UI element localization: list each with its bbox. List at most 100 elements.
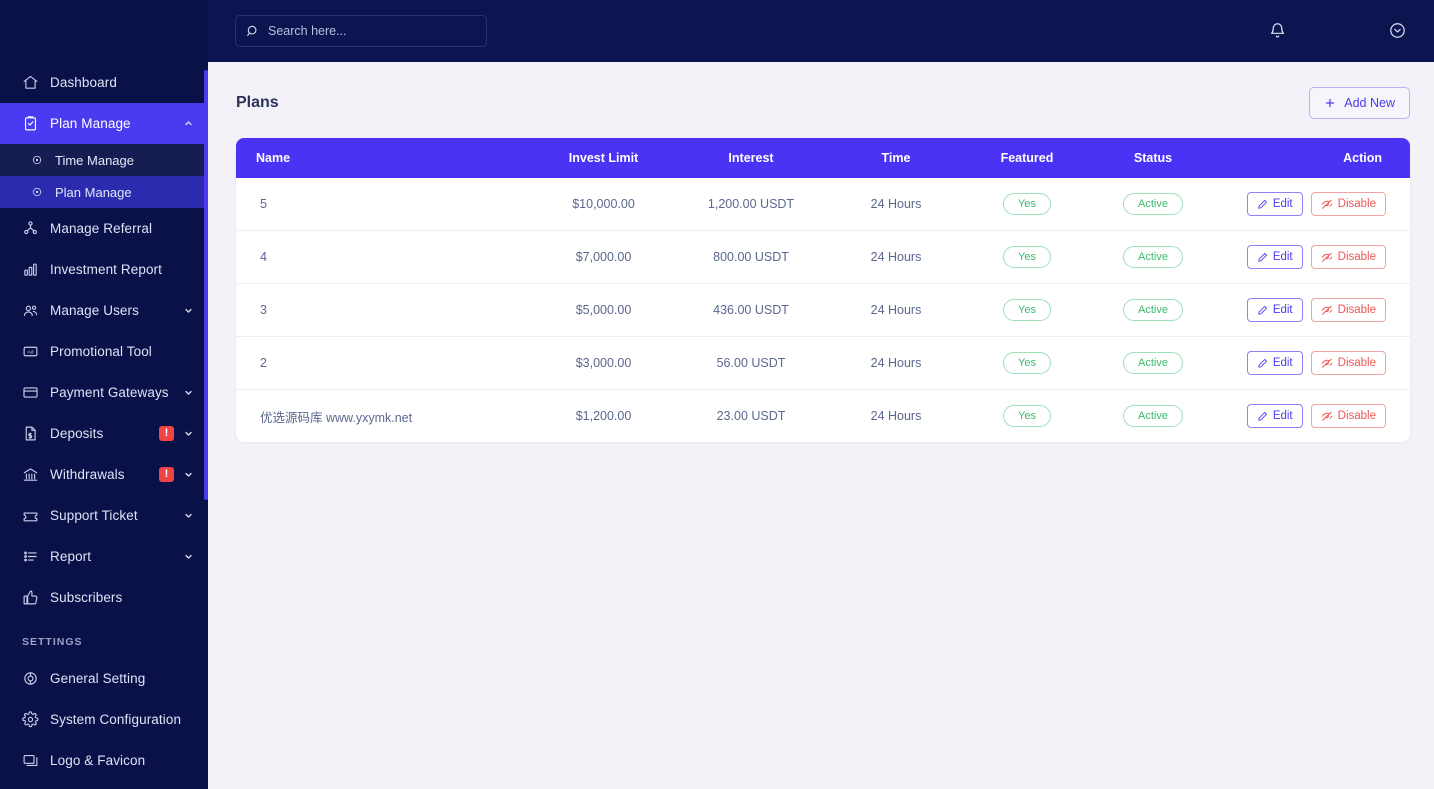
sidebar-item-plan-manage[interactable]: Plan Manage	[0, 103, 208, 144]
cell-name: 3	[260, 303, 267, 317]
sidebar-item-general-setting[interactable]: General Setting	[0, 658, 208, 699]
sidebar-item-report[interactable]: Report	[0, 536, 208, 577]
sidebar-item-manage-users[interactable]: Manage Users	[0, 290, 208, 331]
sidebar-item-system-configuration[interactable]: System Configuration	[0, 699, 208, 740]
sidebar-item-subscribers[interactable]: Subscribers	[0, 577, 208, 618]
cell-status: Active	[1088, 284, 1218, 337]
status-badge: Active	[1123, 245, 1183, 269]
page-header: Plans Add New	[236, 84, 1410, 122]
sidebar-item-label: General Setting	[50, 671, 146, 686]
cell-invest-limit: $5,000.00	[575, 303, 632, 317]
sidebar-item-logo-favicon[interactable]: Logo & Favicon	[0, 740, 208, 781]
chevron-down-icon	[183, 428, 194, 439]
sidebar-item-label: Dashboard	[50, 75, 117, 90]
add-new-button[interactable]: Add New	[1309, 87, 1410, 119]
sidebar-item-investment-report[interactable]: Investment Report	[0, 249, 208, 290]
featured-badge: Yes	[1003, 192, 1051, 216]
edit-label: Edit	[1272, 251, 1293, 263]
bell-icon[interactable]	[1264, 17, 1290, 43]
cell-name: 4	[260, 250, 267, 264]
cell-status: Active	[1088, 178, 1218, 231]
gear-outline-icon	[22, 669, 44, 689]
table-row: 2 $3,000.00 56.00 USDT 24 Hours Yes Active Edi…	[236, 337, 1410, 390]
search-box[interactable]	[235, 15, 487, 47]
disable-button[interactable]: Disable	[1310, 404, 1386, 428]
list-report-icon	[22, 547, 44, 567]
sidebar-item-support-ticket[interactable]: Support Ticket	[0, 495, 208, 536]
cell-action: Edit Disable	[1218, 178, 1410, 231]
edit-button[interactable]: Edit	[1246, 245, 1303, 269]
circle-dot-icon	[30, 185, 44, 199]
cell-name: 5	[260, 197, 267, 211]
disable-button[interactable]: Disable	[1310, 351, 1386, 375]
sidebar-item-promotional-tool[interactable]: Ad Promotional Tool	[0, 331, 208, 372]
brand-logo[interactable]	[0, 0, 208, 62]
cell-interest: 436.00 USDT	[713, 303, 789, 317]
eye-off-icon	[1321, 304, 1333, 316]
eye-off-icon	[1321, 357, 1333, 369]
disable-button[interactable]: Disable	[1310, 245, 1386, 269]
ticket-icon	[22, 506, 44, 526]
chevron-down-icon	[183, 551, 194, 562]
table-row: 5 $10,000.00 1,200.00 USDT 24 Hours Yes Activ…	[236, 178, 1410, 231]
home-icon	[22, 73, 44, 93]
sidebar-item-label: Support Ticket	[50, 508, 138, 523]
plus-icon	[1324, 97, 1336, 109]
sidebar-item-label: Subscribers	[50, 590, 123, 605]
page-title: Plans	[236, 94, 279, 111]
featured-badge: Yes	[1003, 245, 1051, 269]
cog-icon	[22, 710, 44, 730]
column-header-name: Name	[256, 151, 291, 165]
clipboard-check-icon	[22, 114, 44, 134]
status-badge: Active	[1123, 192, 1183, 216]
edit-button[interactable]: Edit	[1246, 192, 1303, 216]
sidebar-nav: Dashboard Plan Manage Time Manage Plan Mana…	[0, 62, 208, 781]
sidebar-item-withdrawals[interactable]: Withdrawals!	[0, 454, 208, 495]
sidebar-item-manage-referral[interactable]: Manage Referral	[0, 208, 208, 249]
svg-text:Ad: Ad	[27, 350, 33, 356]
status-badge: Active	[1123, 298, 1183, 322]
edit-button[interactable]: Edit	[1246, 298, 1303, 322]
table-body: 5 $10,000.00 1,200.00 USDT 24 Hours Yes Activ…	[236, 178, 1410, 442]
sidebar-subitem-label: Plan Manage	[55, 184, 132, 200]
sidebar-item-dashboard[interactable]: Dashboard	[0, 62, 208, 103]
cell-time: 24 Hours	[870, 303, 922, 317]
disable-button[interactable]: Disable	[1310, 192, 1386, 216]
sidebar: Dashboard Plan Manage Time Manage Plan Mana…	[0, 0, 208, 789]
edit-label: Edit	[1272, 357, 1293, 369]
plans-table: Name Invest Limit Interest Time Featured…	[236, 138, 1410, 442]
cell-action: Edit Disable	[1218, 337, 1410, 390]
sidebar-item-deposits[interactable]: Deposits!	[0, 413, 208, 454]
disable-button[interactable]: Disable	[1310, 298, 1386, 322]
column-header-action: Action	[1343, 151, 1382, 165]
cell-interest: 23.00 USDT	[716, 409, 786, 423]
sidebar-subitem-time-manage[interactable]: Time Manage	[0, 144, 208, 176]
main-content: Plans Add New Name Invest Limit Interest…	[208, 62, 1434, 789]
cell-name: 2	[260, 356, 267, 370]
cell-interest: 800.00 USDT	[713, 250, 789, 264]
cell-status: Active	[1088, 231, 1218, 284]
search-input[interactable]	[268, 24, 463, 38]
cell-interest: 1,200.00 USDT	[707, 197, 795, 211]
sidebar-item-payment-gateways[interactable]: Payment Gateways	[0, 372, 208, 413]
sidebar-subitem-plan-manage[interactable]: Plan Manage	[0, 176, 208, 208]
cell-featured: Yes	[966, 337, 1088, 390]
cell-name: 优选源码库 www.yxymk.net	[260, 410, 413, 425]
cell-time: 24 Hours	[870, 356, 922, 370]
chevron-down-icon	[183, 510, 194, 521]
pencil-icon	[1257, 199, 1268, 210]
featured-badge: Yes	[1003, 298, 1051, 322]
sidebar-item-label: Logo & Favicon	[50, 753, 146, 768]
pencil-icon	[1257, 252, 1268, 263]
pencil-icon	[1257, 305, 1268, 316]
users-icon	[22, 301, 44, 321]
sidebar-item-label: Plan Manage	[50, 116, 131, 131]
cell-featured: Yes	[966, 178, 1088, 231]
chevron-down-circle-icon[interactable]	[1384, 17, 1410, 43]
pencil-icon	[1257, 358, 1268, 369]
cell-featured: Yes	[966, 284, 1088, 337]
cell-interest: 56.00 USDT	[716, 356, 786, 370]
edit-button[interactable]: Edit	[1246, 351, 1303, 375]
edit-button[interactable]: Edit	[1246, 404, 1303, 428]
edit-label: Edit	[1272, 198, 1293, 210]
